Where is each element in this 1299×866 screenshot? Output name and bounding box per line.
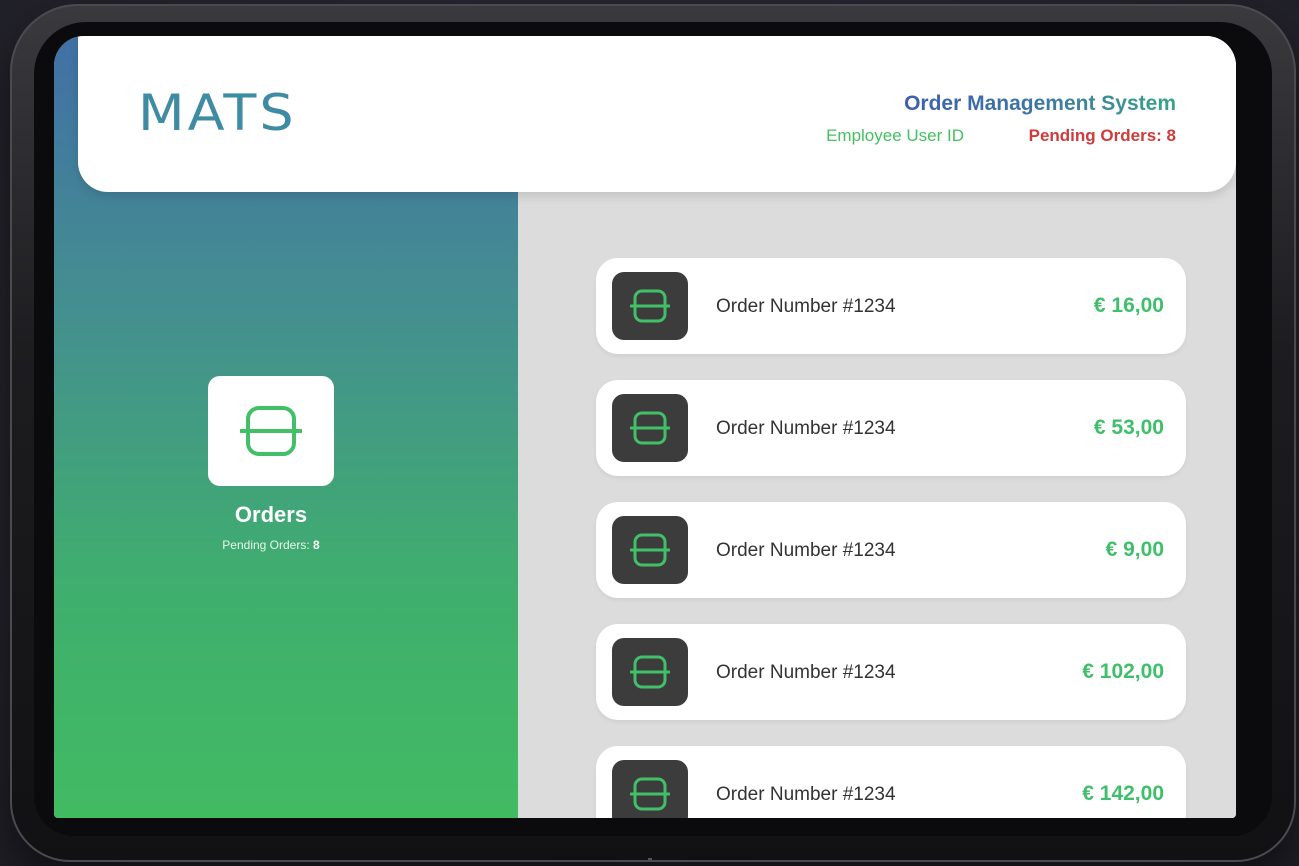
order-number: Order Number #1234 xyxy=(716,784,896,805)
sidebar-pending-orders: Pending Orders: 8 xyxy=(222,538,320,552)
order-price: € 142,00 xyxy=(1082,782,1164,805)
order-number: Order Number #1234 xyxy=(716,296,896,317)
order-icon xyxy=(630,289,670,323)
order-list: Order Number #1234 € 16,00 Order Number #1… xyxy=(596,258,1186,818)
order-icon-tile xyxy=(612,272,688,340)
page-title: Order Management System xyxy=(904,92,1176,115)
orders-icon xyxy=(240,406,302,456)
pending-orders-badge: Pending Orders: 8 xyxy=(1028,126,1176,145)
order-card[interactable]: Order Number #1234 € 16,00 xyxy=(596,258,1186,354)
order-price: € 102,00 xyxy=(1082,660,1164,683)
orders-nav-button[interactable] xyxy=(208,376,334,486)
order-card[interactable]: Order Number #1234 € 53,00 xyxy=(596,380,1186,476)
employee-user-id[interactable]: Employee User ID xyxy=(826,126,964,146)
order-price: € 9,00 xyxy=(1105,538,1164,561)
order-number: Order Number #1234 xyxy=(716,418,896,439)
order-number: Order Number #1234 xyxy=(716,540,896,561)
order-icon-tile xyxy=(612,638,688,706)
orders-nav-label: Orders xyxy=(234,502,308,527)
camera-dot xyxy=(648,858,652,860)
sidebar-pending-count: 8 xyxy=(313,538,320,552)
order-icon xyxy=(630,777,670,811)
order-number: Order Number #1234 xyxy=(716,662,896,683)
app-logo: MATS xyxy=(138,84,297,142)
order-icon xyxy=(630,533,670,567)
order-price: € 16,00 xyxy=(1093,294,1164,317)
order-price: € 53,00 xyxy=(1093,416,1164,439)
order-card[interactable]: Order Number #1234 € 102,00 xyxy=(596,624,1186,720)
order-icon-tile xyxy=(612,516,688,584)
app-header: MATS Order Management System Employee Us… xyxy=(78,36,1236,192)
order-card[interactable]: Order Number #1234 € 9,00 xyxy=(596,502,1186,598)
app-screen: MATS Order Management System Employee Us… xyxy=(54,36,1236,818)
order-icon xyxy=(630,655,670,689)
order-card[interactable]: Order Number #1234 € 142,00 xyxy=(596,746,1186,818)
order-icon-tile xyxy=(612,760,688,818)
order-icon xyxy=(630,411,670,445)
order-icon-tile xyxy=(612,394,688,462)
